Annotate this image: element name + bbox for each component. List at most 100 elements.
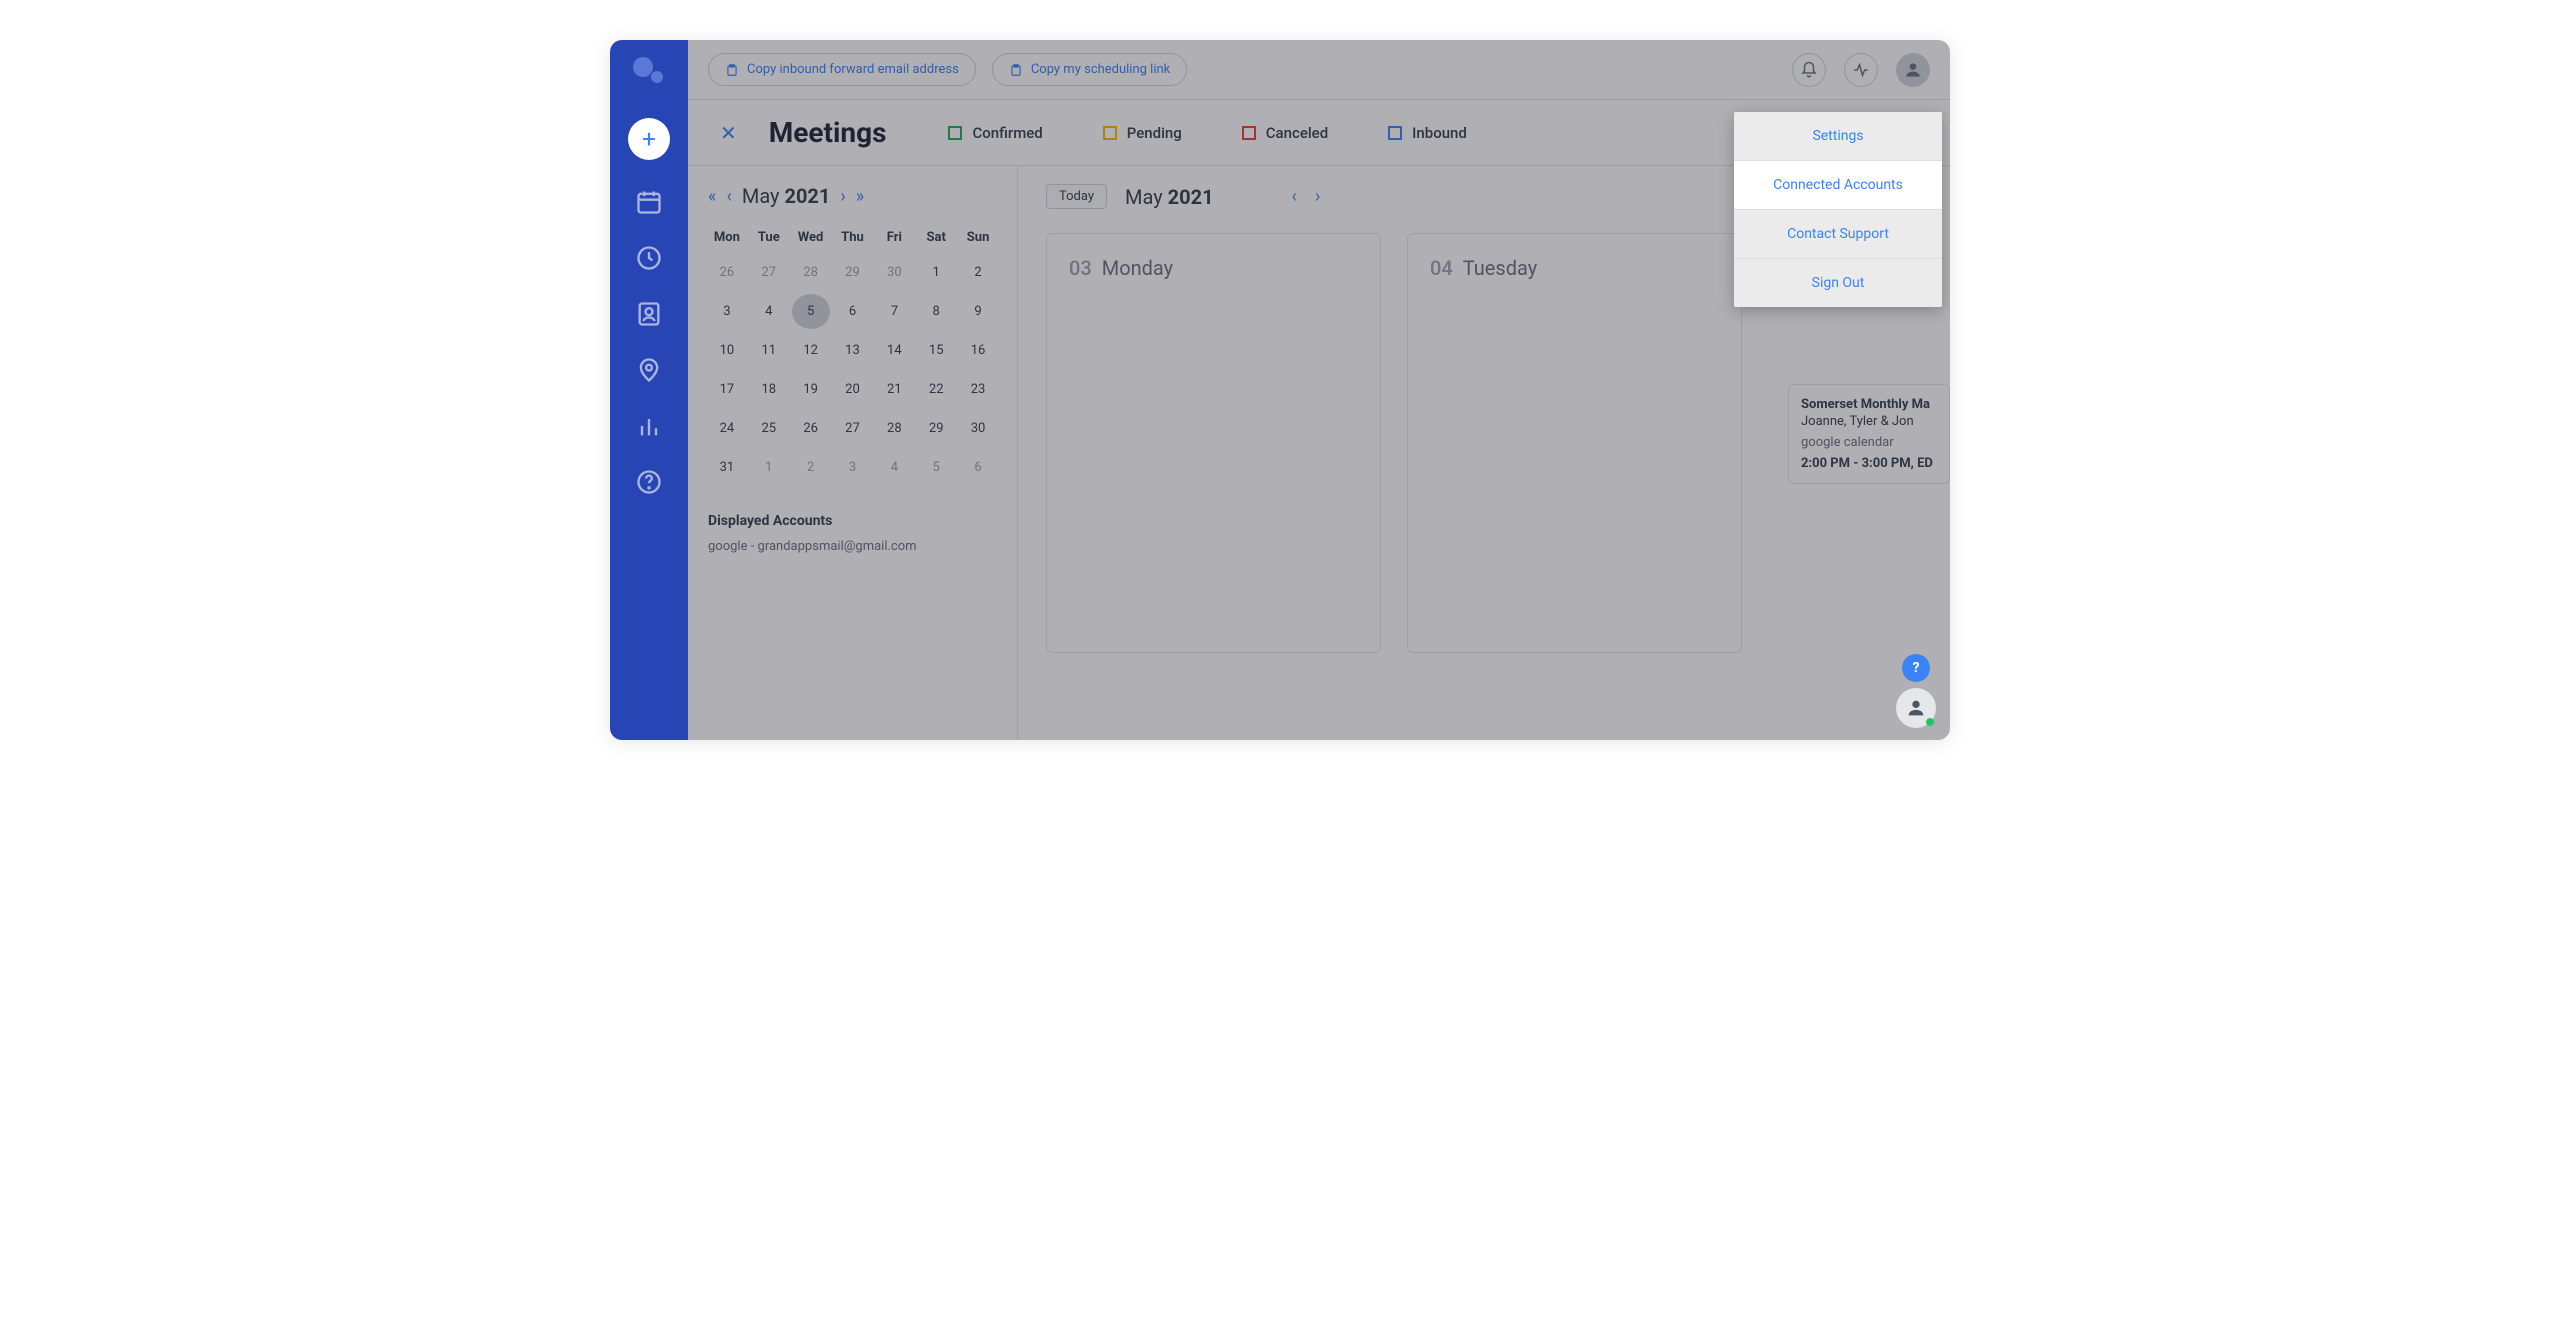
cal-day[interactable]: 25 bbox=[750, 411, 788, 446]
cal-day[interactable]: 26 bbox=[708, 255, 746, 290]
cal-day[interactable]: 4 bbox=[875, 450, 913, 485]
status-box-icon bbox=[1242, 126, 1256, 140]
day-number: 04 bbox=[1430, 256, 1453, 280]
event-attendees: Joanne, Tyler & Jon bbox=[1801, 414, 1937, 429]
dow-header: Thu bbox=[834, 224, 872, 251]
clock-icon[interactable] bbox=[635, 244, 663, 272]
activity-button[interactable] bbox=[1844, 53, 1878, 87]
cal-day[interactable]: 11 bbox=[750, 333, 788, 368]
main-area: Copy inbound forward email address Copy … bbox=[688, 40, 1950, 740]
cal-day[interactable]: 13 bbox=[834, 333, 872, 368]
cal-day[interactable]: 8 bbox=[917, 294, 955, 329]
accounts-item: google - grandappsmail@gmail.com bbox=[708, 539, 997, 554]
menu-item-connected-accounts[interactable]: Connected Accounts bbox=[1734, 161, 1942, 210]
cal-day[interactable]: 18 bbox=[750, 372, 788, 407]
status-inbound[interactable]: Inbound bbox=[1388, 124, 1467, 142]
cal-day[interactable]: 23 bbox=[959, 372, 997, 407]
day-name: Tuesday bbox=[1463, 256, 1537, 280]
cal-day[interactable]: 3 bbox=[834, 450, 872, 485]
next-month-button[interactable]: › bbox=[840, 186, 845, 207]
mini-cal-title: May 2021 bbox=[742, 184, 831, 208]
help-icon[interactable] bbox=[635, 468, 663, 496]
cal-day[interactable]: 5 bbox=[792, 294, 830, 329]
chat-fab[interactable] bbox=[1896, 688, 1936, 728]
cal-day[interactable]: 20 bbox=[834, 372, 872, 407]
cal-day[interactable]: 30 bbox=[959, 411, 997, 446]
cal-day[interactable]: 3 bbox=[708, 294, 746, 329]
cal-day[interactable]: 15 bbox=[917, 333, 955, 368]
schedule-pane: Today May 2021 ‹ › 03 Monday 04 Tuesday bbox=[1018, 166, 1770, 740]
status-box-icon bbox=[1388, 126, 1402, 140]
cal-day[interactable]: 29 bbox=[917, 411, 955, 446]
day-number: 03 bbox=[1069, 256, 1092, 280]
schedule-title: May 2021 bbox=[1125, 185, 1214, 209]
cal-day[interactable]: 21 bbox=[875, 372, 913, 407]
status-confirmed[interactable]: Confirmed bbox=[948, 124, 1042, 142]
topbar: Copy inbound forward email address Copy … bbox=[688, 40, 1950, 100]
cal-day[interactable]: 4 bbox=[750, 294, 788, 329]
reports-icon[interactable] bbox=[635, 412, 663, 440]
cal-day[interactable]: 27 bbox=[750, 255, 788, 290]
cal-day[interactable]: 6 bbox=[834, 294, 872, 329]
sidebar: + bbox=[610, 40, 688, 740]
prev-year-button[interactable]: « bbox=[708, 186, 716, 207]
cal-day[interactable]: 7 bbox=[875, 294, 913, 329]
cal-day[interactable]: 29 bbox=[834, 255, 872, 290]
next-year-button[interactable]: » bbox=[856, 186, 864, 207]
prev-month-button[interactable]: ‹ bbox=[726, 186, 731, 207]
user-icon bbox=[1905, 697, 1927, 719]
next-week-button[interactable]: › bbox=[1315, 186, 1320, 207]
event-source: google calendar bbox=[1801, 435, 1937, 450]
cal-day[interactable]: 27 bbox=[834, 411, 872, 446]
cal-day[interactable]: 2 bbox=[959, 255, 997, 290]
cal-day[interactable]: 26 bbox=[792, 411, 830, 446]
help-fab[interactable]: ? bbox=[1902, 654, 1930, 682]
status-pending[interactable]: Pending bbox=[1103, 124, 1182, 142]
cal-day[interactable]: 6 bbox=[959, 450, 997, 485]
clipboard-icon bbox=[1009, 63, 1023, 77]
cal-day[interactable]: 17 bbox=[708, 372, 746, 407]
cal-day[interactable]: 12 bbox=[792, 333, 830, 368]
cal-day[interactable]: 30 bbox=[875, 255, 913, 290]
notifications-button[interactable] bbox=[1792, 53, 1826, 87]
calendar-icon[interactable] bbox=[635, 188, 663, 216]
add-button[interactable]: + bbox=[628, 118, 670, 160]
avatar-button[interactable] bbox=[1896, 53, 1930, 87]
cal-day[interactable]: 5 bbox=[917, 450, 955, 485]
location-icon[interactable] bbox=[635, 356, 663, 384]
cal-day[interactable]: 31 bbox=[708, 450, 746, 485]
cal-day[interactable]: 1 bbox=[917, 255, 955, 290]
dow-header: Fri bbox=[875, 224, 913, 251]
dow-header: Tue bbox=[750, 224, 788, 251]
status-box-icon bbox=[948, 126, 962, 140]
dow-header: Sat bbox=[917, 224, 955, 251]
dow-header: Sun bbox=[959, 224, 997, 251]
copy-inbound-button[interactable]: Copy inbound forward email address bbox=[708, 53, 976, 86]
cal-day[interactable]: 10 bbox=[708, 333, 746, 368]
prev-week-button[interactable]: ‹ bbox=[1292, 186, 1297, 207]
day-name: Monday bbox=[1102, 256, 1173, 280]
cal-day[interactable]: 22 bbox=[917, 372, 955, 407]
close-icon[interactable]: ✕ bbox=[720, 121, 737, 145]
cal-day[interactable]: 16 bbox=[959, 333, 997, 368]
clipboard-icon bbox=[725, 63, 739, 77]
cal-day[interactable]: 28 bbox=[792, 255, 830, 290]
menu-item-contact-support[interactable]: Contact Support bbox=[1734, 210, 1942, 259]
event-card[interactable]: Somerset Monthly Ma Joanne, Tyler & Jon … bbox=[1788, 384, 1950, 484]
menu-item-settings[interactable]: Settings bbox=[1734, 112, 1942, 161]
cal-day[interactable]: 14 bbox=[875, 333, 913, 368]
status-canceled[interactable]: Canceled bbox=[1242, 124, 1328, 142]
menu-item-sign-out[interactable]: Sign Out bbox=[1734, 259, 1942, 307]
cal-day[interactable]: 9 bbox=[959, 294, 997, 329]
cal-day[interactable]: 19 bbox=[792, 372, 830, 407]
dow-header: Mon bbox=[708, 224, 746, 251]
contacts-icon[interactable] bbox=[635, 300, 663, 328]
app-frame: + Copy inbound forward email address Cop… bbox=[610, 40, 1950, 740]
cal-day[interactable]: 1 bbox=[750, 450, 788, 485]
cal-day[interactable]: 24 bbox=[708, 411, 746, 446]
dow-header: Wed bbox=[792, 224, 830, 251]
cal-day[interactable]: 2 bbox=[792, 450, 830, 485]
cal-day[interactable]: 28 bbox=[875, 411, 913, 446]
copy-scheduling-button[interactable]: Copy my scheduling link bbox=[992, 53, 1187, 86]
today-button[interactable]: Today bbox=[1046, 184, 1107, 209]
